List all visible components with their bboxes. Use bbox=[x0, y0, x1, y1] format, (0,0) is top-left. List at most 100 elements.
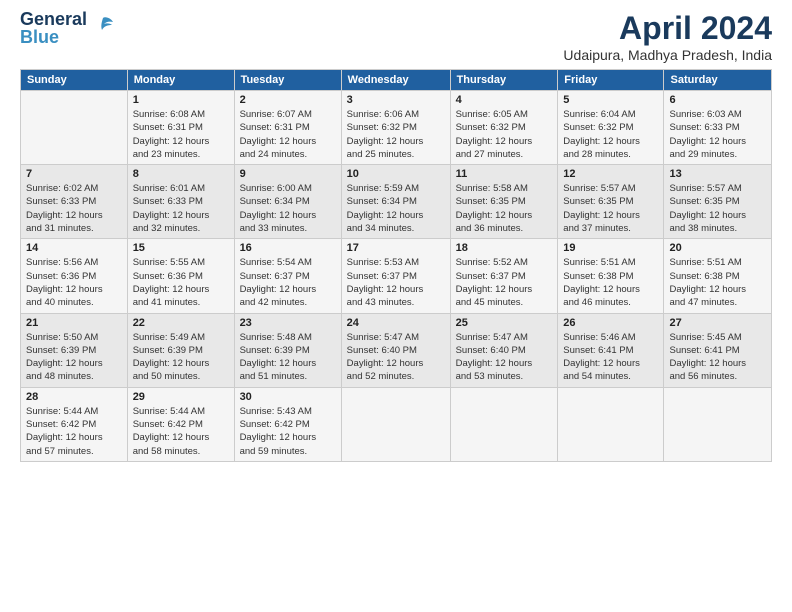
day-number: 26 bbox=[563, 317, 658, 329]
header-friday: Friday bbox=[558, 70, 664, 91]
day-number: 14 bbox=[26, 242, 122, 254]
day-info: Sunrise: 5:47 AMSunset: 6:40 PMDaylight:… bbox=[456, 331, 553, 384]
day-info: Sunrise: 5:56 AMSunset: 6:36 PMDaylight:… bbox=[26, 256, 122, 309]
day-info: Sunrise: 5:44 AMSunset: 6:42 PMDaylight:… bbox=[26, 405, 122, 458]
calendar-cell: 27 Sunrise: 5:45 AMSunset: 6:41 PMDayligh… bbox=[664, 313, 772, 387]
day-number: 29 bbox=[133, 391, 229, 403]
calendar-cell: 8 Sunrise: 6:01 AMSunset: 6:33 PMDaylight… bbox=[127, 165, 234, 239]
calendar-cell: 16 Sunrise: 5:54 AMSunset: 6:37 PMDayligh… bbox=[234, 239, 341, 313]
calendar-table: SundayMondayTuesdayWednesdayThursdayFrid… bbox=[20, 69, 772, 462]
calendar-cell: 23 Sunrise: 5:48 AMSunset: 6:39 PMDayligh… bbox=[234, 313, 341, 387]
day-info: Sunrise: 5:45 AMSunset: 6:41 PMDaylight:… bbox=[669, 331, 766, 384]
calendar-cell: 11 Sunrise: 5:58 AMSunset: 6:35 PMDayligh… bbox=[450, 165, 558, 239]
day-number: 2 bbox=[240, 94, 336, 106]
day-number: 10 bbox=[347, 168, 445, 180]
day-number: 16 bbox=[240, 242, 336, 254]
calendar-cell bbox=[21, 91, 128, 165]
day-number: 30 bbox=[240, 391, 336, 403]
day-info: Sunrise: 6:08 AMSunset: 6:31 PMDaylight:… bbox=[133, 108, 229, 161]
day-info: Sunrise: 6:02 AMSunset: 6:33 PMDaylight:… bbox=[26, 182, 122, 235]
header-tuesday: Tuesday bbox=[234, 70, 341, 91]
calendar-week-4: 21 Sunrise: 5:50 AMSunset: 6:39 PMDayligh… bbox=[21, 313, 772, 387]
calendar-cell: 15 Sunrise: 5:55 AMSunset: 6:36 PMDayligh… bbox=[127, 239, 234, 313]
day-number: 12 bbox=[563, 168, 658, 180]
day-info: Sunrise: 5:53 AMSunset: 6:37 PMDaylight:… bbox=[347, 256, 445, 309]
calendar-cell: 30Sunrise: 5:43 AMSunset: 6:42 PMDayligh… bbox=[234, 387, 341, 461]
day-info: Sunrise: 5:59 AMSunset: 6:34 PMDaylight:… bbox=[347, 182, 445, 235]
calendar-cell: 29 Sunrise: 5:44 AMSunset: 6:42 PMDayligh… bbox=[127, 387, 234, 461]
calendar-cell bbox=[558, 387, 664, 461]
day-info: Sunrise: 6:03 AMSunset: 6:33 PMDaylight:… bbox=[669, 108, 766, 161]
day-number: 27 bbox=[669, 317, 766, 329]
day-info: Sunrise: 6:06 AMSunset: 6:32 PMDaylight:… bbox=[347, 108, 445, 161]
logo-bird-icon bbox=[91, 14, 115, 43]
day-info: Sunrise: 5:50 AMSunset: 6:39 PMDaylight:… bbox=[26, 331, 122, 384]
calendar-header-row: SundayMondayTuesdayWednesdayThursdayFrid… bbox=[21, 70, 772, 91]
page-subtitle: Udaipura, Madhya Pradesh, India bbox=[563, 47, 772, 63]
day-number: 25 bbox=[456, 317, 553, 329]
day-number: 21 bbox=[26, 317, 122, 329]
calendar-cell: 5Sunrise: 6:04 AMSunset: 6:32 PMDaylight… bbox=[558, 91, 664, 165]
day-number: 4 bbox=[456, 94, 553, 106]
day-number: 18 bbox=[456, 242, 553, 254]
day-info: Sunrise: 5:55 AMSunset: 6:36 PMDaylight:… bbox=[133, 256, 229, 309]
logo: General Blue bbox=[20, 10, 115, 46]
calendar-week-5: 28 Sunrise: 5:44 AMSunset: 6:42 PMDayligh… bbox=[21, 387, 772, 461]
day-number: 28 bbox=[26, 391, 122, 403]
day-number: 19 bbox=[563, 242, 658, 254]
day-number: 20 bbox=[669, 242, 766, 254]
calendar-cell bbox=[664, 387, 772, 461]
calendar-cell: 26Sunrise: 5:46 AMSunset: 6:41 PMDayligh… bbox=[558, 313, 664, 387]
day-number: 24 bbox=[347, 317, 445, 329]
day-info: Sunrise: 5:57 AMSunset: 6:35 PMDaylight:… bbox=[669, 182, 766, 235]
calendar-cell: 14 Sunrise: 5:56 AMSunset: 6:36 PMDayligh… bbox=[21, 239, 128, 313]
day-info: Sunrise: 5:54 AMSunset: 6:37 PMDaylight:… bbox=[240, 256, 336, 309]
calendar-cell: 17Sunrise: 5:53 AMSunset: 6:37 PMDayligh… bbox=[341, 239, 450, 313]
logo-blue: Blue bbox=[20, 28, 87, 46]
header-wednesday: Wednesday bbox=[341, 70, 450, 91]
calendar-cell bbox=[450, 387, 558, 461]
day-info: Sunrise: 6:05 AMSunset: 6:32 PMDaylight:… bbox=[456, 108, 553, 161]
header-thursday: Thursday bbox=[450, 70, 558, 91]
calendar-cell: 24 Sunrise: 5:47 AMSunset: 6:40 PMDayligh… bbox=[341, 313, 450, 387]
calendar-week-3: 14 Sunrise: 5:56 AMSunset: 6:36 PMDayligh… bbox=[21, 239, 772, 313]
calendar-cell: 25 Sunrise: 5:47 AMSunset: 6:40 PMDayligh… bbox=[450, 313, 558, 387]
day-info: Sunrise: 6:07 AMSunset: 6:31 PMDaylight:… bbox=[240, 108, 336, 161]
day-number: 22 bbox=[133, 317, 229, 329]
day-info: Sunrise: 5:44 AMSunset: 6:42 PMDaylight:… bbox=[133, 405, 229, 458]
calendar-cell: 21 Sunrise: 5:50 AMSunset: 6:39 PMDayligh… bbox=[21, 313, 128, 387]
calendar-cell: 9Sunrise: 6:00 AMSunset: 6:34 PMDaylight… bbox=[234, 165, 341, 239]
day-number: 3 bbox=[347, 94, 445, 106]
day-number: 9 bbox=[240, 168, 336, 180]
calendar-cell: 6 Sunrise: 6:03 AMSunset: 6:33 PMDaylight… bbox=[664, 91, 772, 165]
calendar-cell: 2 Sunrise: 6:07 AMSunset: 6:31 PMDaylight… bbox=[234, 91, 341, 165]
logo-general: General bbox=[20, 10, 87, 28]
day-number: 6 bbox=[669, 94, 766, 106]
calendar-cell: 20 Sunrise: 5:51 AMSunset: 6:38 PMDayligh… bbox=[664, 239, 772, 313]
day-number: 11 bbox=[456, 168, 553, 180]
day-info: Sunrise: 5:57 AMSunset: 6:35 PMDaylight:… bbox=[563, 182, 658, 235]
day-number: 23 bbox=[240, 317, 336, 329]
day-info: Sunrise: 5:51 AMSunset: 6:38 PMDaylight:… bbox=[669, 256, 766, 309]
calendar-week-2: 7Sunrise: 6:02 AMSunset: 6:33 PMDaylight… bbox=[21, 165, 772, 239]
day-info: Sunrise: 6:01 AMSunset: 6:33 PMDaylight:… bbox=[133, 182, 229, 235]
day-number: 1 bbox=[133, 94, 229, 106]
day-info: Sunrise: 5:51 AMSunset: 6:38 PMDaylight:… bbox=[563, 256, 658, 309]
page-title: April 2024 bbox=[563, 10, 772, 47]
calendar-cell: 12 Sunrise: 5:57 AMSunset: 6:35 PMDayligh… bbox=[558, 165, 664, 239]
day-number: 13 bbox=[669, 168, 766, 180]
day-info: Sunrise: 5:52 AMSunset: 6:37 PMDaylight:… bbox=[456, 256, 553, 309]
day-info: Sunrise: 5:58 AMSunset: 6:35 PMDaylight:… bbox=[456, 182, 553, 235]
day-info: Sunrise: 5:48 AMSunset: 6:39 PMDaylight:… bbox=[240, 331, 336, 384]
calendar-cell: 13 Sunrise: 5:57 AMSunset: 6:35 PMDayligh… bbox=[664, 165, 772, 239]
header-sunday: Sunday bbox=[21, 70, 128, 91]
header-area: General Blue April 2024 Udaipura, Madhya… bbox=[20, 10, 772, 63]
day-number: 8 bbox=[133, 168, 229, 180]
header-saturday: Saturday bbox=[664, 70, 772, 91]
page-container: General Blue April 2024 Udaipura, Madhya… bbox=[0, 0, 792, 472]
calendar-cell: 1 Sunrise: 6:08 AMSunset: 6:31 PMDaylight… bbox=[127, 91, 234, 165]
calendar-cell: 10 Sunrise: 5:59 AMSunset: 6:34 PMDayligh… bbox=[341, 165, 450, 239]
day-info: Sunrise: 5:47 AMSunset: 6:40 PMDaylight:… bbox=[347, 331, 445, 384]
day-info: Sunrise: 5:49 AMSunset: 6:39 PMDaylight:… bbox=[133, 331, 229, 384]
day-number: 15 bbox=[133, 242, 229, 254]
